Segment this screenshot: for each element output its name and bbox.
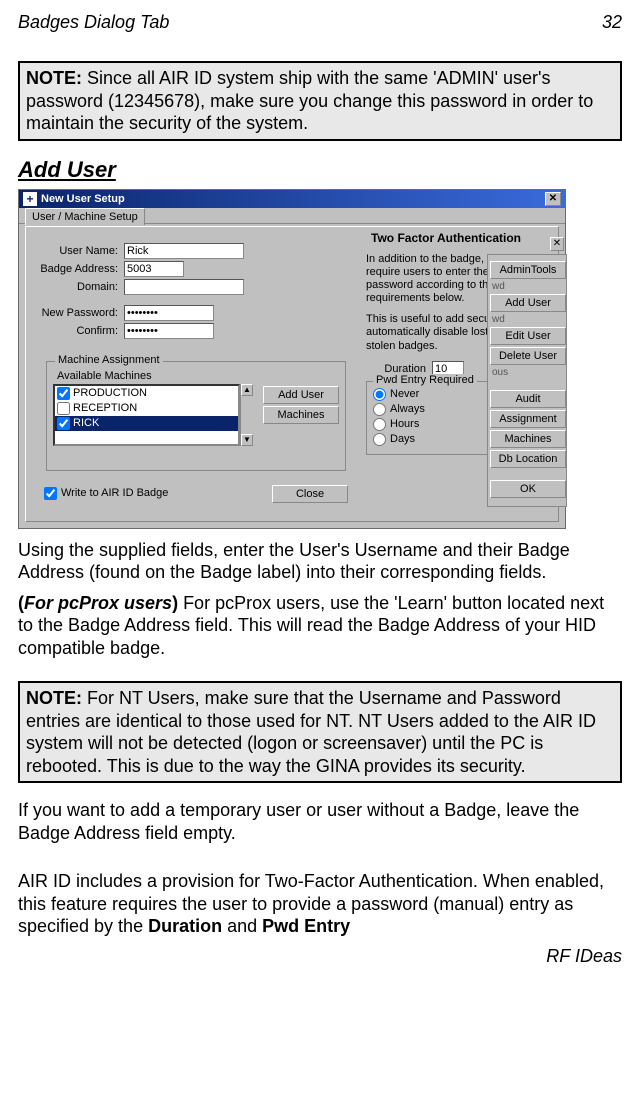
username-input[interactable] [124, 243, 244, 259]
section-heading: Add User [18, 157, 622, 183]
p2-bolditalic: For pcProx users [24, 593, 172, 613]
label-domain: Domain: [32, 281, 118, 293]
radio-legend: Pwd Entry Required [373, 374, 477, 386]
list-item: RICK [55, 416, 238, 431]
label-newpwd: New Password: [32, 307, 118, 319]
note-box-1: NOTE: Since all AIR ID system ship with … [18, 61, 622, 141]
radio-hours[interactable] [373, 418, 386, 431]
checkbox-reception[interactable] [57, 402, 70, 415]
write-airid-label: Write to AIR ID Badge [61, 487, 168, 499]
machine-group-legend: Machine Assignment [55, 354, 163, 366]
radio-label: Hours [390, 418, 419, 430]
screenshot-new-user-setup: + New User Setup ✕ User / Machine Setup … [18, 189, 566, 529]
machines-button-back[interactable]: Machines [490, 430, 566, 448]
badge-address-input[interactable] [124, 261, 184, 277]
tfa-heading: Two Factor Authentication [366, 231, 526, 245]
p4-b1: Duration [148, 916, 222, 936]
add-user-button[interactable]: Add User [263, 386, 339, 404]
note1-text: Since all AIR ID system ship with the sa… [26, 68, 593, 133]
audit-button[interactable]: Audit [490, 390, 566, 408]
note1-label: NOTE: [26, 68, 82, 88]
back-stub: wd [492, 314, 564, 325]
label-badge: Badge Address: [32, 263, 118, 275]
scroll-up-icon[interactable]: ▲ [241, 384, 253, 396]
background-dialog: ✕ AdminTools wd Add User wd Edit User De… [487, 254, 567, 507]
listbox-scrollbar[interactable]: ▲▼ [240, 384, 253, 446]
add-user-button-back[interactable]: Add User [490, 294, 566, 312]
titlebar: + New User Setup ✕ [19, 190, 565, 208]
p4-mid: and [222, 916, 262, 936]
label-username: User Name: [32, 245, 118, 257]
edit-user-button[interactable]: Edit User [490, 327, 566, 345]
radio-label: Always [390, 403, 425, 415]
back-stub: ous [492, 367, 564, 378]
radio-label: Days [390, 433, 415, 445]
checkbox-rick[interactable] [57, 417, 70, 430]
note-box-2: NOTE: For NT Users, make sure that the U… [18, 681, 622, 783]
ok-button[interactable]: OK [490, 480, 566, 498]
db-location-button[interactable]: Db Location [490, 450, 566, 468]
radio-never[interactable] [373, 388, 386, 401]
close-button[interactable]: Close [272, 485, 348, 503]
confirm-password-input[interactable] [124, 323, 214, 339]
checkbox-production[interactable] [57, 387, 70, 400]
radio-always[interactable] [373, 403, 386, 416]
close-icon[interactable]: ✕ [545, 192, 561, 206]
list-item-label: PRODUCTION [73, 387, 147, 399]
window-title: New User Setup [41, 193, 545, 205]
admintools-button[interactable]: AdminTools [490, 261, 566, 279]
assignment-button[interactable]: Assignment [490, 410, 566, 428]
new-password-input[interactable] [124, 305, 214, 321]
note2-text: For NT Users, make sure that the Usernam… [26, 688, 596, 776]
back-close-icon[interactable]: ✕ [550, 237, 564, 251]
available-machines-listbox[interactable]: PRODUCTION RECEPTION RICK [53, 384, 240, 446]
back-stub: wd [492, 281, 564, 292]
page-header-right: 32 [602, 12, 622, 33]
radio-label: Never [390, 388, 419, 400]
list-item-label: RECEPTION [73, 402, 137, 414]
paragraph-2: (For pcProx users) For pcProx users, use… [18, 592, 622, 660]
paragraph-3: If you want to add a temporary user or u… [18, 799, 622, 844]
machines-button[interactable]: Machines [263, 406, 339, 424]
page-header-left: Badges Dialog Tab [18, 12, 169, 33]
list-item-label: RICK [73, 417, 99, 429]
paragraph-4: AIR ID includes a provision for Two-Fact… [18, 870, 622, 938]
label-confirm: Confirm: [32, 325, 118, 337]
app-icon: + [23, 192, 37, 206]
available-machines-label: Available Machines [57, 370, 339, 382]
write-airid-checkbox[interactable] [44, 487, 57, 500]
list-item: RECEPTION [55, 401, 238, 416]
scroll-down-icon[interactable]: ▼ [241, 434, 253, 446]
delete-user-button[interactable]: Delete User [490, 347, 566, 365]
list-item: PRODUCTION [55, 386, 238, 401]
domain-input[interactable] [124, 279, 244, 295]
tab-bar: User / Machine Setup [19, 208, 565, 224]
paragraph-1: Using the supplied fields, enter the Use… [18, 539, 622, 584]
radio-days[interactable] [373, 433, 386, 446]
page-footer: RF IDeas [18, 946, 622, 967]
note2-label: NOTE: [26, 688, 82, 708]
dialog-pane: User Name: Badge Address: Domain: New Pa… [25, 226, 559, 522]
p4-b2: Pwd Entry [262, 916, 350, 936]
tab-user-machine-setup[interactable]: User / Machine Setup [25, 208, 145, 225]
